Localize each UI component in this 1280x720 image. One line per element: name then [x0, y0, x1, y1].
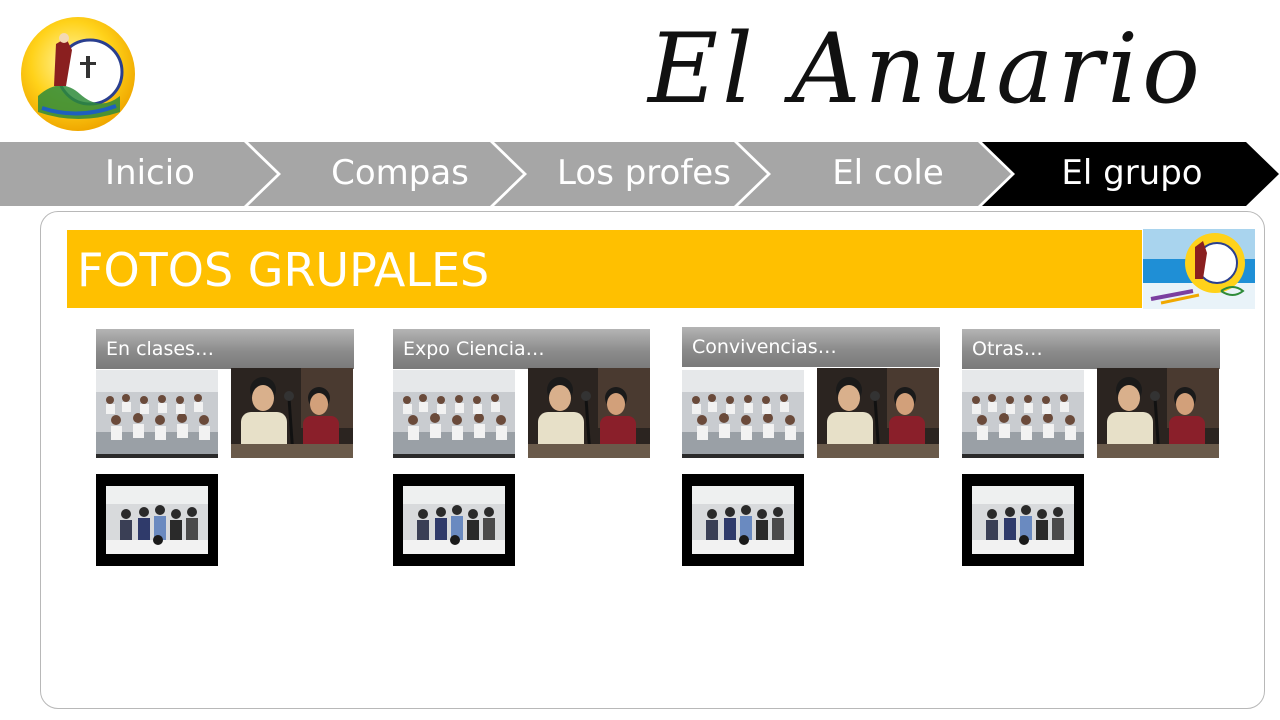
- students-microphone-photo[interactable]: [817, 368, 939, 458]
- category-header-en-clases[interactable]: En clases…: [96, 329, 354, 369]
- category-header-expo-ciencia[interactable]: Expo Ciencia…: [393, 329, 650, 369]
- category-header-otras[interactable]: Otras…: [962, 329, 1220, 369]
- group-standing-photo[interactable]: [96, 474, 218, 566]
- students-microphone-photo[interactable]: [231, 368, 353, 458]
- chevron-nav: Inicio Compas Los profes El cole El grup…: [0, 142, 1280, 206]
- group-standing-photo[interactable]: [682, 474, 804, 566]
- group-standing-photo[interactable]: [962, 474, 1084, 566]
- nav-item-los-profes[interactable]: Los profes: [534, 142, 754, 206]
- classroom-children-photo[interactable]: [96, 370, 218, 458]
- students-microphone-photo[interactable]: [1097, 368, 1219, 458]
- classroom-children-photo[interactable]: [393, 370, 515, 458]
- nav-item-el-cole[interactable]: El cole: [778, 142, 998, 206]
- classroom-children-photo[interactable]: [682, 370, 804, 458]
- page-title: El Anuario: [648, 13, 1204, 125]
- anniversary-badge: [1143, 229, 1255, 309]
- school-crest-icon: [21, 17, 135, 131]
- nav-item-inicio[interactable]: Inicio: [40, 142, 260, 206]
- section-banner: FOTOS GRUPALES: [67, 230, 1142, 308]
- group-standing-photo[interactable]: [393, 474, 515, 566]
- students-microphone-photo[interactable]: [528, 368, 650, 458]
- category-header-convivencias[interactable]: Convivencias…: [682, 327, 940, 367]
- school-anniversary-badge-icon: [1143, 229, 1255, 309]
- nav-item-compas[interactable]: Compas: [290, 142, 510, 206]
- section-title: FOTOS GRUPALES: [77, 243, 490, 297]
- nav-item-el-grupo[interactable]: El grupo: [1022, 142, 1242, 206]
- classroom-children-photo[interactable]: [962, 370, 1084, 458]
- school-logo[interactable]: [20, 16, 136, 132]
